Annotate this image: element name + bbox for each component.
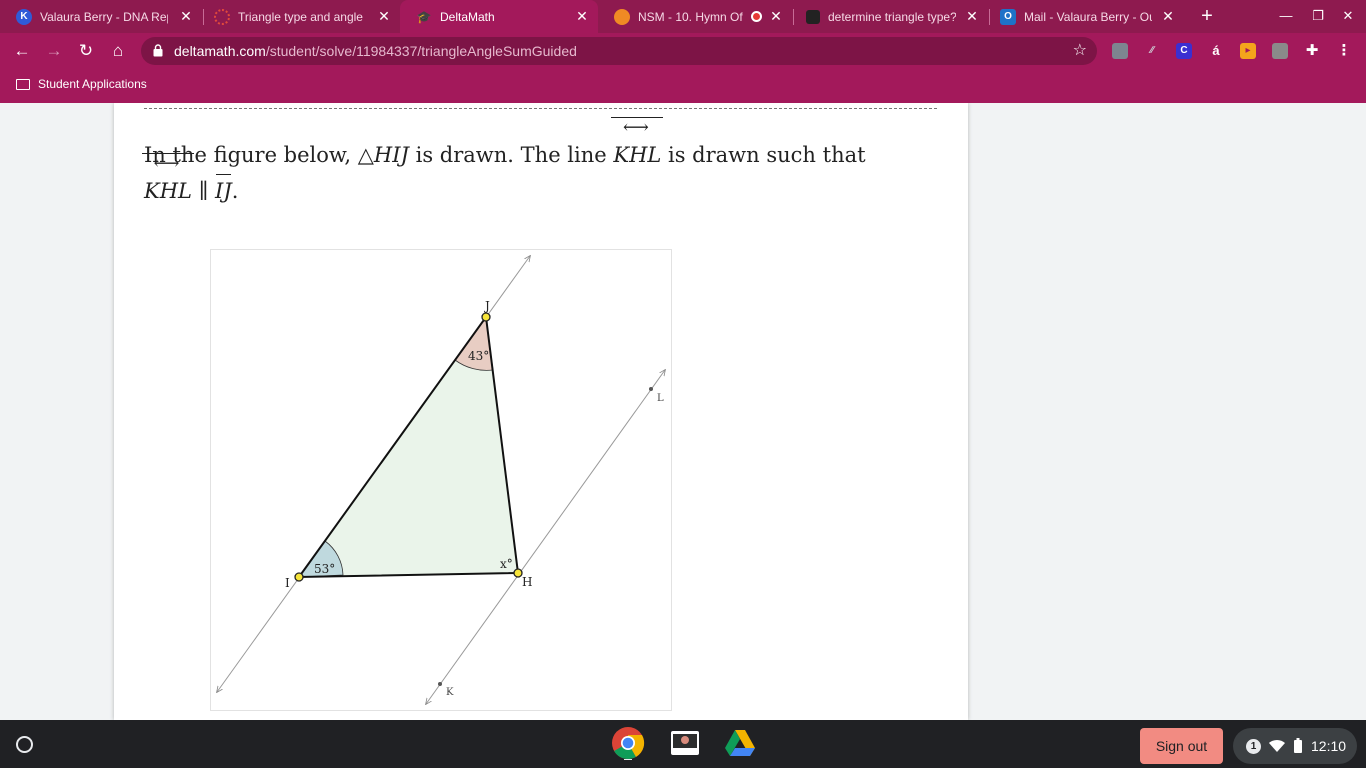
parallel-symbol: ∥ [198,179,209,203]
tab-strip: K Valaura Berry - DNA Rep ✕ Triangle typ… [0,0,1366,33]
brainly-icon [806,9,820,24]
triangle-name: HIJ [373,143,409,167]
screencast-icon[interactable] [668,726,702,760]
address-bar[interactable]: deltamath.com/student/solve/11984337/tri… [141,37,1097,65]
point-l [649,387,653,391]
close-icon[interactable]: ✕ [1160,8,1176,24]
puzzle-icon[interactable]: ✚ [1304,43,1320,59]
geometry-diagram: J I H K L 43° 53° x° [211,250,671,710]
problem-statement: In the figure below, △HIJ is drawn. The … [142,117,934,209]
orange-music-icon [614,8,630,25]
angle-h-label: x° [500,557,513,571]
tab-title: DeltaMath [440,9,495,24]
bookmarks-bar: Student Applications [0,70,1366,103]
browser-toolbar: ← → ↻ ⌂ deltamath.com/student/solve/1198… [0,33,1366,70]
vertex-j[interactable] [481,312,491,322]
outlook-icon: O [1000,8,1016,25]
new-tab-button[interactable]: + [1196,4,1218,28]
media-extension-icon[interactable]: ▸ [1240,43,1256,59]
line-name: KHL [142,153,194,209]
graduation-cap-icon: 🎓 [416,9,432,24]
bookmark-label: Student Applications [38,77,147,91]
k-icon: K [16,8,32,25]
home-icon[interactable]: ⌂ [106,39,130,63]
tab-title: NSM - 10. Hymn Of [638,9,743,24]
tab-title: Valaura Berry - DNA Rep [40,9,168,24]
bookmark-star-icon[interactable]: ☆ [1073,40,1087,60]
tab-triangle-type[interactable]: Triangle type and angle ✕ [198,0,400,33]
tab-valaura-dna[interactable]: K Valaura Berry - DNA Rep ✕ [0,0,202,33]
vertex-i[interactable] [294,572,304,582]
clock: 12:10 [1311,738,1347,754]
divider [144,108,937,109]
red-ring-icon [214,8,230,25]
minimize-icon[interactable]: — [1276,6,1296,26]
back-icon[interactable]: ← [10,39,34,63]
close-icon[interactable]: ✕ [178,8,194,24]
tab-deltamath[interactable]: 🎓 DeltaMath ✕ [400,0,598,33]
launcher-icon[interactable] [16,736,33,753]
page-content: In the figure below, △HIJ is drawn. The … [0,103,1366,720]
label-l: L [657,393,664,404]
restore-icon[interactable]: ❐ [1308,6,1328,26]
tab-nsm-hymn[interactable]: NSM - 10. Hymn Of ✕ [598,0,792,33]
extension-icon[interactable]: ∕∕ [1144,43,1160,59]
close-icon[interactable]: ✕ [964,8,980,24]
wifi-icon [1269,739,1285,752]
tab-title: determine triangle type? [828,9,956,24]
c-extension-icon[interactable]: C [1176,43,1192,59]
label-j: J [483,299,490,313]
tab-title: Triangle type and angle [238,9,363,24]
angle-j-label: 43° [468,349,489,363]
menu-icon[interactable]: ⋮ [1336,43,1352,59]
segment-name: IJ [215,173,232,209]
close-icon[interactable]: ✕ [376,8,392,24]
extension-icon[interactable] [1112,43,1128,59]
reload-icon[interactable]: ↻ [74,39,98,63]
chrome-icon[interactable] [611,726,645,760]
status-tray[interactable]: 1 12:10 [1233,728,1357,764]
triangle-symbol: △ [357,143,374,167]
line-name: KHL [611,117,664,173]
url-text: deltamath.com/student/solve/11984337/tri… [174,43,577,59]
battery-icon [1294,738,1302,753]
close-icon[interactable]: ✕ [574,8,590,24]
vertex-h[interactable] [513,568,523,578]
google-drive-icon[interactable] [723,726,757,760]
accent-extension-icon[interactable]: á [1208,43,1224,59]
label-k: K [446,687,454,698]
folder-icon [16,78,30,90]
bookmark-student-applications[interactable]: Student Applications [16,77,147,91]
close-icon[interactable]: ✕ [768,8,784,24]
label-i: I [285,576,290,590]
lock-icon [153,44,163,57]
sign-out-button[interactable]: Sign out [1140,728,1223,764]
label-h: H [522,575,532,589]
forward-icon[interactable]: → [42,39,66,63]
problem-card: In the figure below, △HIJ is drawn. The … [114,103,968,720]
notification-badge: 1 [1246,739,1261,754]
close-window-icon[interactable]: ✕ [1338,6,1358,26]
triangle-figure: J I H K L 43° 53° x° [210,249,672,711]
recording-icon [751,11,762,22]
tab-determine-triangle[interactable]: determine triangle type? ✕ [790,0,988,33]
tab-title: Mail - Valaura Berry - Ou [1024,9,1152,24]
tab-mail[interactable]: O Mail - Valaura Berry - Ou ✕ [984,0,1184,33]
qr-extension-icon[interactable] [1272,43,1288,59]
angle-i-label: 53° [314,562,335,576]
point-k [438,682,442,686]
